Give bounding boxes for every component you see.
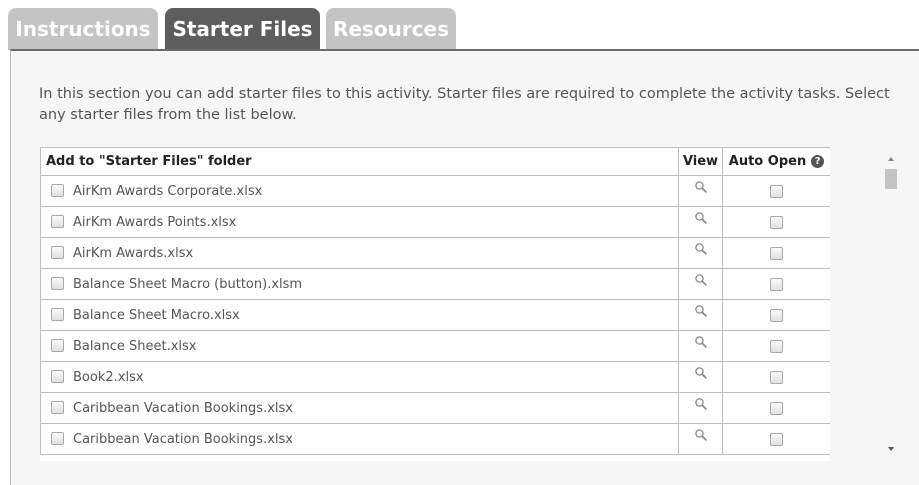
view-cell xyxy=(678,330,723,362)
scrollbar[interactable] xyxy=(880,151,902,461)
magnifier-icon[interactable] xyxy=(694,335,708,349)
file-name-label: AirKm Awards.xlsx xyxy=(73,245,194,261)
add-file-checkbox[interactable] xyxy=(51,307,64,321)
file-name-cell: AirKm Awards Points.xlsx xyxy=(40,206,679,238)
tab-bar: Instructions Starter Files Resources xyxy=(0,0,919,50)
view-cell xyxy=(678,392,723,424)
auto-open-cell xyxy=(722,175,830,207)
auto-open-checkbox[interactable] xyxy=(770,308,783,322)
file-name-label: AirKm Awards Points.xlsx xyxy=(73,214,237,230)
add-file-checkbox[interactable] xyxy=(51,400,64,414)
table-header-row: Add to "Starter Files" folder View Auto … xyxy=(40,147,830,176)
file-name-cell: Caribbean Vacation Bookings.xlsx xyxy=(40,423,679,455)
starter-files-table: Add to "Starter Files" folder View Auto … xyxy=(40,147,830,455)
auto-open-cell xyxy=(722,361,830,393)
tab-starter-files[interactable]: Starter Files xyxy=(165,8,320,50)
tab-instructions[interactable]: Instructions xyxy=(8,8,158,50)
auto-open-cell xyxy=(722,423,830,455)
auto-open-label: Auto Open xyxy=(728,154,807,169)
file-name-label: Balance Sheet.xlsx xyxy=(73,338,197,354)
add-file-checkbox[interactable] xyxy=(51,183,64,197)
table-row: AirKm Awards.xlsx xyxy=(40,237,830,269)
file-name-label: Caribbean Vacation Bookings.xlsx xyxy=(73,400,293,416)
auto-open-checkbox[interactable] xyxy=(770,184,783,198)
add-file-checkbox[interactable] xyxy=(51,369,64,383)
auto-open-cell xyxy=(722,268,830,300)
magnifier-icon[interactable] xyxy=(694,180,708,194)
table-row: Caribbean Vacation Bookings.xlsx xyxy=(40,392,830,424)
auto-open-cell xyxy=(722,330,830,362)
add-file-checkbox[interactable] xyxy=(51,245,64,259)
table-row: AirKm Awards Points.xlsx xyxy=(40,206,830,238)
table-row: Balance Sheet Macro.xlsx xyxy=(40,299,830,331)
tab-resources[interactable]: Resources xyxy=(326,8,456,50)
table-row: Caribbean Vacation Bookings.xlsx xyxy=(40,423,830,455)
scrollbar-thumb[interactable] xyxy=(885,169,897,189)
auto-open-checkbox[interactable] xyxy=(770,246,783,260)
help-icon[interactable]: ? xyxy=(811,155,825,168)
file-name-label: Balance Sheet Macro.xlsx xyxy=(73,307,240,323)
add-file-checkbox[interactable] xyxy=(51,338,64,352)
auto-open-cell xyxy=(722,392,830,424)
starter-files-table-container[interactable]: Add to "Starter Files" folder View Auto … xyxy=(40,147,830,461)
add-file-checkbox[interactable] xyxy=(51,431,64,445)
file-name-label: Caribbean Vacation Bookings.xlsx xyxy=(73,431,293,447)
magnifier-icon[interactable] xyxy=(694,397,708,411)
column-header-auto-open: Auto Open? xyxy=(722,147,830,176)
scroll-up-arrow-icon[interactable] xyxy=(888,157,894,161)
table-row: AirKm Awards Corporate.xlsx xyxy=(40,175,830,207)
file-name-cell: AirKm Awards.xlsx xyxy=(40,237,679,269)
file-name-cell: Book2.xlsx xyxy=(40,361,679,393)
view-cell xyxy=(678,299,723,331)
table-row: Book2.xlsx xyxy=(40,361,830,393)
magnifier-icon[interactable] xyxy=(694,242,708,256)
auto-open-cell xyxy=(722,206,830,238)
column-header-view: View xyxy=(678,147,723,176)
scroll-down-arrow-icon[interactable] xyxy=(888,447,894,451)
magnifier-icon[interactable] xyxy=(694,273,708,287)
auto-open-cell xyxy=(722,299,830,331)
magnifier-icon[interactable] xyxy=(694,304,708,318)
view-cell xyxy=(678,423,723,455)
magnifier-icon[interactable] xyxy=(694,211,708,225)
file-name-label: Book2.xlsx xyxy=(73,369,144,385)
view-cell xyxy=(678,361,723,393)
starter-files-panel: In this section you can add starter file… xyxy=(10,49,919,485)
auto-open-cell xyxy=(722,237,830,269)
file-name-cell: Balance Sheet.xlsx xyxy=(40,330,679,362)
view-cell xyxy=(678,268,723,300)
table-body: AirKm Awards Corporate.xlsx AirKm Awards … xyxy=(40,175,830,455)
add-file-checkbox[interactable] xyxy=(51,214,64,228)
auto-open-checkbox[interactable] xyxy=(770,277,783,291)
table-row: Balance Sheet.xlsx xyxy=(40,330,830,362)
add-file-checkbox[interactable] xyxy=(51,276,64,290)
auto-open-checkbox[interactable] xyxy=(770,339,783,353)
file-name-cell: Balance Sheet Macro.xlsx xyxy=(40,299,679,331)
file-name-cell: AirKm Awards Corporate.xlsx xyxy=(40,175,679,207)
view-cell xyxy=(678,237,723,269)
file-name-label: Balance Sheet Macro (button).xlsm xyxy=(73,276,303,292)
magnifier-icon[interactable] xyxy=(694,366,708,380)
view-cell xyxy=(678,175,723,207)
auto-open-checkbox[interactable] xyxy=(770,370,783,384)
magnifier-icon[interactable] xyxy=(694,428,708,442)
auto-open-checkbox[interactable] xyxy=(770,401,783,415)
column-header-name: Add to "Starter Files" folder xyxy=(40,147,679,176)
intro-text: In this section you can add starter file… xyxy=(39,86,890,123)
file-name-cell: Balance Sheet Macro (button).xlsm xyxy=(40,268,679,300)
file-name-cell: Caribbean Vacation Bookings.xlsx xyxy=(40,392,679,424)
file-name-label: AirKm Awards Corporate.xlsx xyxy=(73,183,263,199)
auto-open-checkbox[interactable] xyxy=(770,432,783,446)
table-row: Balance Sheet Macro (button).xlsm xyxy=(40,268,830,300)
auto-open-checkbox[interactable] xyxy=(770,215,783,229)
view-cell xyxy=(678,206,723,238)
